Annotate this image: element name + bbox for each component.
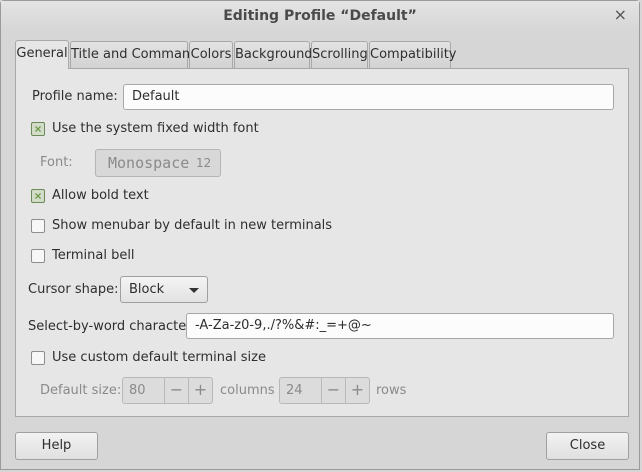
profile-name-label: Profile name: xyxy=(32,89,118,104)
font-label: Font: xyxy=(40,155,73,170)
rows-stepper: 24 − + xyxy=(279,377,370,404)
tab-compatibility[interactable]: Compatibility xyxy=(369,41,457,68)
custom-size-label: Use custom default terminal size xyxy=(52,350,266,365)
chevron-down-icon xyxy=(189,288,199,293)
columns-plus-button[interactable]: + xyxy=(188,378,212,403)
font-name: Monospace xyxy=(108,154,190,172)
cursor-shape-label: Cursor shape: xyxy=(28,282,119,297)
tab-scrolling[interactable]: Scrolling xyxy=(311,41,368,68)
dialog-title: Editing Profile “Default” xyxy=(223,8,417,24)
profile-name-field[interactable]: Default xyxy=(123,84,614,110)
select-by-word-field[interactable]: -A-Za-z0-9,./?%&#:_=+@~ xyxy=(186,313,614,339)
cursor-shape-value: Block xyxy=(129,282,165,297)
cursor-shape-select[interactable]: Block xyxy=(120,276,208,303)
font-button: Monospace 12 xyxy=(95,149,221,177)
rows-plus-button[interactable]: + xyxy=(345,378,369,403)
menubar-label: Show menubar by default in new terminals xyxy=(52,218,333,233)
system-font-label: Use the system fixed width font xyxy=(52,121,259,136)
tab-background[interactable]: Background xyxy=(234,41,313,68)
close-button[interactable]: Close xyxy=(546,432,629,460)
menubar-checkbox[interactable] xyxy=(31,219,45,233)
help-button[interactable]: Help xyxy=(15,432,98,460)
rows-value: 24 xyxy=(286,383,303,398)
terminal-bell-checkbox[interactable] xyxy=(31,249,45,263)
bold-text-checkbox[interactable] xyxy=(31,189,45,203)
terminal-bell-label: Terminal bell xyxy=(52,248,135,263)
system-font-checkbox[interactable] xyxy=(31,122,45,136)
profile-dialog: Editing Profile “Default” × General Titl… xyxy=(0,0,640,470)
columns-label: columns xyxy=(220,383,275,398)
rows-label: rows xyxy=(376,383,407,398)
columns-value: 80 xyxy=(129,383,146,398)
titlebar: Editing Profile “Default” × xyxy=(1,1,639,31)
default-size-label: Default size: xyxy=(40,383,122,398)
tab-general[interactable]: General xyxy=(15,40,69,69)
columns-stepper: 80 − + xyxy=(122,377,213,404)
bold-text-label: Allow bold text xyxy=(52,188,149,203)
tab-title-and-command[interactable]: Title and Command xyxy=(70,41,198,68)
general-panel: Profile name: Default Use the system fix… xyxy=(15,68,629,417)
custom-size-checkbox[interactable] xyxy=(31,351,45,365)
tab-colors[interactable]: Colors xyxy=(189,41,233,68)
columns-minus-button[interactable]: − xyxy=(164,378,188,403)
close-icon[interactable]: × xyxy=(614,5,627,25)
font-size: 12 xyxy=(196,156,212,170)
select-by-word-label: Select-by-word characters: xyxy=(28,319,203,334)
rows-minus-button[interactable]: − xyxy=(321,378,345,403)
